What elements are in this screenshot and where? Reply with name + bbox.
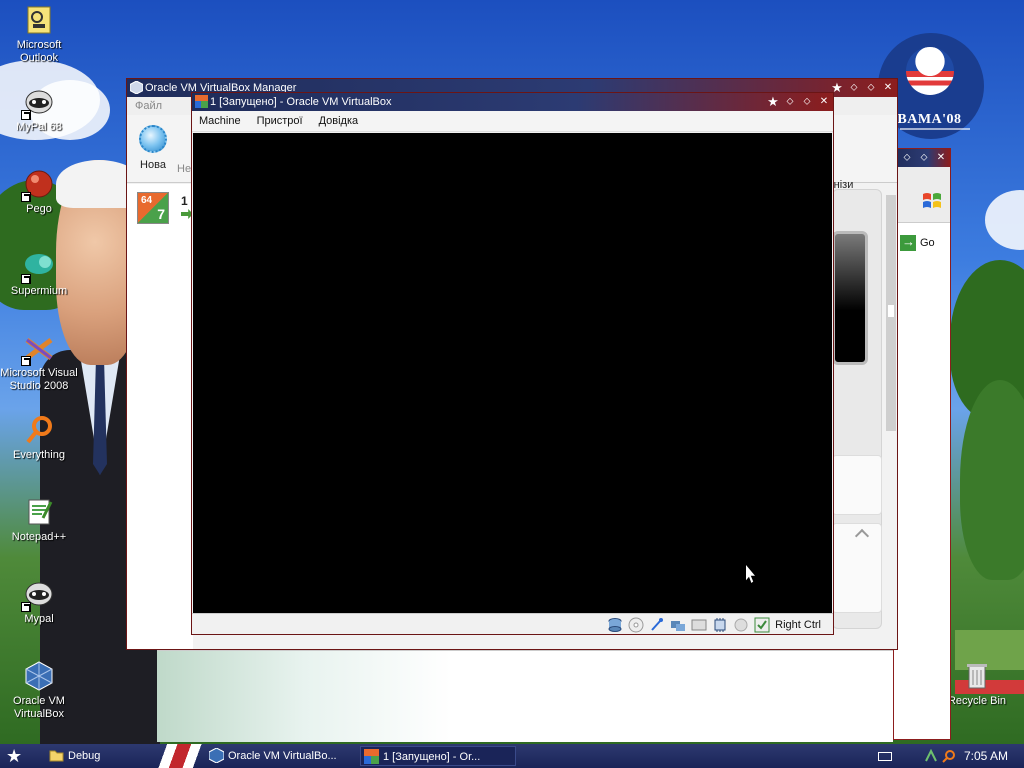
desktop-icon-pego[interactable]: Pego [0, 168, 78, 216]
star-icon[interactable]: ★ [766, 95, 780, 109]
virtualbox-icon [23, 660, 55, 692]
desktop-icon-virtualbox[interactable]: Oracle VM VirtualBox [0, 660, 78, 721]
close-icon[interactable]: ✕ [881, 81, 895, 95]
desktop-icon-mypal[interactable]: Mypal [0, 578, 78, 626]
start-star-icon[interactable]: ★ [6, 747, 22, 765]
recycle-bin-icon [961, 660, 993, 692]
minimize-icon[interactable]: ⬦ [783, 95, 797, 109]
task-label: Debug [68, 750, 101, 762]
desktop-icon-everything[interactable]: Everything [0, 414, 78, 462]
desktop-icon-mypal-68[interactable]: MyPal 68 [0, 86, 78, 134]
minimize-icon[interactable]: ⬦ [900, 151, 914, 165]
taskbar-task-vm[interactable]: 1 [Запущено] - Or... [360, 746, 516, 766]
vm-preview [832, 231, 868, 365]
vm-name[interactable]: 1 [181, 194, 188, 208]
vm-titlebar[interactable]: 1 [Запущено] - Oracle VM VirtualBox ★ ⬦ … [192, 93, 833, 111]
hard-disk-icon[interactable] [607, 617, 623, 633]
task-label: 1 [Запущено] - Or... [383, 751, 481, 763]
optical-drive-icon[interactable] [628, 617, 644, 633]
go-button[interactable]: Go [900, 234, 935, 251]
browser-toolbar [894, 167, 950, 223]
usb-icon[interactable] [649, 617, 665, 633]
windows-logo-icon [922, 191, 942, 211]
menu-machine[interactable]: Machine [199, 115, 241, 127]
virtualbox-icon [208, 747, 225, 764]
shared-folders-icon[interactable] [670, 617, 686, 633]
browser-titlebar[interactable]: ⬦ ⬦ ✕ [894, 149, 950, 167]
details-section [832, 455, 882, 515]
desktop-icon-visual-studio[interactable]: Microsoft Visual Studio 2008 [0, 332, 78, 393]
desktop: OBAMA'08 Microsoft Outlook MyPal 68 Pego… [0, 0, 1024, 744]
visual-studio-icon [21, 332, 55, 366]
vm-statusbar: Right Ctrl [192, 613, 833, 634]
task-label: Oracle VM VirtualBo... [228, 750, 337, 762]
display-icon[interactable] [691, 617, 707, 633]
vm-icon [364, 749, 379, 764]
keyboard-icon[interactable] [877, 751, 892, 761]
mouse-integration-icon[interactable] [733, 617, 749, 633]
vm-menubar: Machine Пристрої Довідка [192, 111, 833, 132]
notepad-plus-plus-icon [23, 496, 55, 528]
windows-7-os-icon: 64 7 [137, 192, 169, 224]
close-icon[interactable]: ✕ [934, 151, 948, 165]
desktop-icon-label: Microsoft Visual Studio 2008 [0, 367, 78, 392]
vm-list[interactable]: 64 7 [127, 184, 193, 649]
taskbar-flag-decoration [150, 744, 210, 768]
folder-icon [49, 748, 64, 763]
taskbar-task-virtualbox-manager[interactable]: Oracle VM VirtualBo... [206, 746, 356, 766]
desktop-icon-label: Recycle Bin [947, 695, 1007, 707]
vm-window[interactable]: 1 [Запущено] - Oracle VM VirtualBox ★ ⬦ … [191, 92, 834, 635]
menu-help[interactable]: Довідка [319, 115, 359, 127]
maximize-icon[interactable]: ⬦ [917, 151, 931, 165]
desktop-icon-label: Supermium [10, 285, 68, 297]
host-key-label: Right Ctrl [775, 619, 821, 631]
toolbar-second-label[interactable]: Не [177, 163, 191, 175]
taskbar: ★ Debug Oracle VM VirtualBo... 1 [Запуще… [0, 744, 1024, 768]
supermium-icon [21, 250, 55, 284]
go-label: Go [920, 237, 935, 249]
window-title: 1 [Запущено] - Oracle VM VirtualBox [210, 96, 392, 108]
network-icon[interactable] [924, 748, 938, 763]
desktop-icon-label: Notepad++ [11, 531, 67, 543]
vm-list-item[interactable]: 64 7 [137, 192, 171, 226]
vm-display[interactable] [193, 133, 832, 613]
virtualbox-icon [129, 80, 144, 95]
new-vm-label: Нова [140, 159, 166, 171]
system-tray: 7:05 AM [877, 744, 1024, 768]
minimize-icon[interactable]: ⬦ [847, 81, 861, 95]
desktop-icon-outlook[interactable]: Microsoft Outlook [0, 4, 78, 65]
menu-devices[interactable]: Пристрої [257, 115, 303, 127]
everything-icon [23, 414, 55, 446]
mypal-icon [21, 578, 55, 612]
desktop-icon-label: Microsoft Outlook [16, 39, 62, 64]
wallpaper-cloud [985, 190, 1024, 250]
outlook-icon [23, 4, 55, 36]
new-vm-icon [139, 125, 167, 153]
clock[interactable]: 7:05 AM [964, 749, 1008, 763]
mypal-icon [21, 86, 55, 120]
maximize-icon[interactable]: ⬦ [800, 95, 814, 109]
desktop-icon-label: Mypal [24, 613, 54, 625]
pego-icon [21, 168, 55, 202]
go-arrow-icon [900, 234, 916, 251]
desktop-icon-supermium[interactable]: Supermium [0, 250, 78, 298]
host-key-icon[interactable] [754, 617, 770, 633]
details-scrollbar[interactable] [886, 195, 896, 431]
maximize-icon[interactable]: ⬦ [864, 81, 878, 95]
browser-window[interactable]: ⬦ ⬦ ✕ Go [893, 148, 951, 740]
menu-file[interactable]: Файл [135, 100, 162, 112]
mouse-cursor-icon [746, 565, 755, 583]
vm-icon [195, 95, 208, 108]
background-window-panel [157, 650, 893, 742]
desktop-icon-label: Oracle VM VirtualBox [13, 695, 65, 720]
close-icon[interactable]: ✕ [817, 95, 831, 109]
cpu-icon[interactable] [712, 617, 728, 633]
desktop-icon-notepad-plus-plus[interactable]: Notepad++ [0, 496, 78, 544]
desktop-icon-label: MyPal 68 [16, 121, 62, 133]
search-icon[interactable] [942, 749, 956, 763]
desktop-icon-label: Everything [13, 449, 65, 461]
taskbar-task-debug[interactable]: Debug [46, 746, 146, 766]
new-vm-button[interactable]: Нова [133, 125, 173, 171]
desktop-icon-label: Pego [26, 203, 52, 215]
